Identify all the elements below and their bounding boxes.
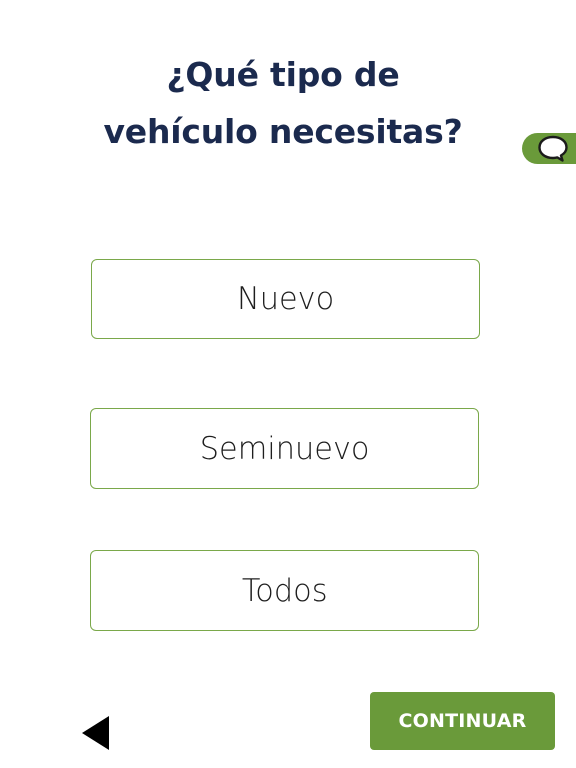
option-seminuevo-label: Seminuevo — [199, 430, 370, 467]
question-title-line-2: vehículo necesitas? — [103, 112, 463, 151]
option-seminuevo[interactable]: Seminuevo — [90, 408, 479, 489]
back-triangle-icon[interactable] — [82, 716, 109, 750]
question-title: ¿Qué tipo de vehículo necesitas? — [0, 46, 566, 160]
question-title-line-1: ¿Qué tipo de — [166, 55, 400, 94]
chat-button[interactable] — [522, 133, 576, 164]
option-todos[interactable]: Todos — [90, 550, 479, 631]
continue-button[interactable]: CONTINUAR — [370, 692, 555, 750]
continue-button-label: CONTINUAR — [398, 710, 527, 732]
chat-bubble-icon — [538, 135, 568, 162]
option-nuevo[interactable]: Nuevo — [91, 259, 480, 339]
option-todos-label: Todos — [241, 572, 328, 609]
option-nuevo-label: Nuevo — [236, 281, 335, 317]
